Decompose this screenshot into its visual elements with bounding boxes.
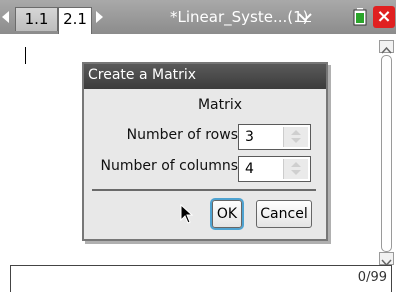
dialog-divider	[92, 189, 316, 191]
columns-value[interactable]: 4	[245, 161, 254, 177]
tab-2-1[interactable]: 2.1	[58, 7, 92, 34]
close-icon[interactable]: ×	[373, 6, 395, 28]
dialog-heading: Matrix	[197, 97, 243, 113]
columns-spin-buttons[interactable]	[283, 159, 308, 179]
dialog-title: Create a Matrix	[88, 67, 197, 83]
mouse-pointer-icon	[180, 204, 194, 224]
rows-stepper[interactable]: 3	[238, 124, 311, 150]
spin-down-icon[interactable]	[291, 138, 301, 143]
entry-count: 0/99	[357, 270, 387, 285]
scroll-down-button[interactable]	[379, 252, 394, 267]
columns-stepper[interactable]: 4	[238, 156, 311, 182]
spin-up-icon[interactable]	[291, 162, 301, 167]
tab-1-1[interactable]: 1.1	[15, 7, 58, 31]
triangle-right-icon[interactable]	[96, 11, 103, 23]
create-matrix-dialog: Create a Matrix Matrix Number of rows 3 …	[82, 62, 328, 241]
battery-icon	[353, 8, 367, 26]
cancel-button[interactable]: Cancel	[256, 200, 312, 228]
history-status-bar: 0/99	[10, 265, 392, 292]
scroll-track[interactable]	[381, 55, 392, 252]
chevron-down-icon[interactable]	[298, 12, 312, 22]
spin-down-icon[interactable]	[291, 170, 301, 175]
text-cursor	[25, 47, 26, 64]
rows-spin-buttons[interactable]	[283, 127, 308, 147]
triangle-left-icon[interactable]	[2, 11, 9, 23]
scroll-up-button[interactable]	[379, 40, 394, 54]
rows-value[interactable]: 3	[245, 129, 254, 145]
dialog-titlebar[interactable]: Create a Matrix	[84, 64, 326, 89]
document-title[interactable]: *Linear_Syste...(1)	[170, 8, 309, 26]
rows-label: Number of rows	[126, 127, 238, 143]
document-toolbar: 1.1 2.1 *Linear_Syste...(1) ×	[0, 0, 396, 34]
vertical-scrollbar[interactable]	[379, 40, 394, 267]
spin-up-icon[interactable]	[291, 130, 301, 135]
ok-button[interactable]: OK	[212, 200, 242, 228]
columns-label: Number of columns	[100, 158, 238, 174]
